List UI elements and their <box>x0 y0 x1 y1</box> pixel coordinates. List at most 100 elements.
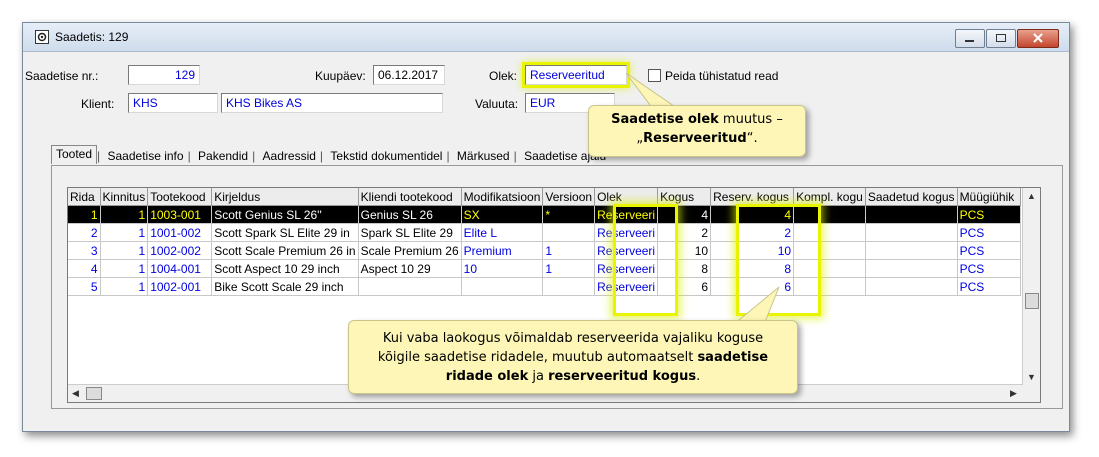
col-header-muugiuhik[interactable]: Müügiühik <box>957 188 1021 206</box>
cell-kogus[interactable]: 6 <box>657 277 712 296</box>
cell-modifikatsioon[interactable]: SX <box>461 205 544 224</box>
cell-saadetud-kogus[interactable] <box>865 223 958 242</box>
col-header-saadetud-kogus[interactable]: Saadetud kogus <box>865 188 958 206</box>
tab-pakendid[interactable]: Pakendid <box>194 149 252 163</box>
cell-kinnitus[interactable]: 1 <box>100 277 149 296</box>
cell-kompl-kogus[interactable] <box>793 205 866 224</box>
cell-tootekood[interactable]: 1004-001 <box>147 259 213 278</box>
cell-olek[interactable]: Reserveeri <box>594 241 659 260</box>
col-header-modifikatsioon[interactable]: Modifikatsioon <box>461 188 544 206</box>
cell-kliendi-tootekood[interactable]: Genius SL 26 <box>358 205 462 224</box>
cell-versioon[interactable] <box>542 277 596 296</box>
cell-reserv-kogus[interactable]: 2 <box>710 223 795 242</box>
cell-modifikatsioon[interactable]: 10 <box>461 259 544 278</box>
cell-tootekood[interactable]: 1002-001 <box>147 277 213 296</box>
cell-rida[interactable]: 2 <box>68 223 101 242</box>
cell-rida[interactable]: 3 <box>68 241 101 260</box>
cell-saadetud-kogus[interactable] <box>865 259 958 278</box>
cell-modifikatsioon[interactable]: Elite L <box>461 223 544 242</box>
cell-kinnitus[interactable]: 1 <box>100 223 149 242</box>
cell-kompl-kogus[interactable] <box>793 241 866 260</box>
cell-kinnitus[interactable]: 1 <box>100 241 149 260</box>
cell-olek[interactable]: Reserveeri <box>594 223 659 242</box>
scroll-right-icon[interactable]: ▶ <box>1010 388 1017 399</box>
cell-kirjeldus[interactable]: Bike Scott Scale 29 inch <box>211 277 359 296</box>
cell-muugiuhik[interactable]: PCS <box>957 259 1021 278</box>
tab-tekstid-dokumentidel[interactable]: Tekstid dokumentidel <box>326 149 446 163</box>
cell-tootekood[interactable]: 1003-001 <box>147 205 213 224</box>
cell-kompl-kogus[interactable] <box>793 277 866 296</box>
cell-kogus[interactable]: 4 <box>657 205 712 224</box>
cell-kogus[interactable]: 2 <box>657 223 712 242</box>
vertical-scroll-thumb[interactable] <box>1025 293 1039 309</box>
cell-modifikatsioon[interactable] <box>461 277 544 296</box>
cell-versioon[interactable]: 1 <box>542 259 596 278</box>
col-header-kogus[interactable]: Kogus <box>657 188 712 206</box>
col-header-kompl-kogus[interactable]: Kompl. kogu <box>793 188 866 206</box>
cell-kirjeldus[interactable]: Scott Scale Premium 26 in <box>211 241 359 260</box>
cell-reserv-kogus[interactable]: 8 <box>710 259 795 278</box>
cell-muugiuhik[interactable]: PCS <box>957 205 1021 224</box>
tab-aadressid[interactable]: Aadressid <box>259 149 320 163</box>
cell-reserv-kogus[interactable]: 4 <box>710 205 795 224</box>
cell-kogus[interactable]: 10 <box>657 241 712 260</box>
cell-saadetud-kogus[interactable] <box>865 241 958 260</box>
scroll-left-icon[interactable]: ◀ <box>72 388 79 399</box>
cell-kinnitus[interactable]: 1 <box>100 205 149 224</box>
shipment-number-field[interactable]: 129 <box>128 65 200 85</box>
cell-versioon[interactable] <box>542 223 596 242</box>
status-field[interactable]: Reserveeritud <box>522 62 630 88</box>
tab-saadetise-info[interactable]: Saadetise info <box>104 149 188 163</box>
cell-kliendi-tootekood[interactable] <box>358 277 462 296</box>
table-row[interactable]: 2 1 1001-002 Scott Spark SL Elite 29 in … <box>68 223 1021 242</box>
cell-reserv-kogus[interactable]: 10 <box>710 241 795 260</box>
cell-versioon[interactable]: 1 <box>542 241 596 260</box>
cell-rida[interactable]: 5 <box>68 277 101 296</box>
col-header-kinnitus[interactable]: Kinnitus <box>100 188 149 206</box>
table-row[interactable]: 1 1 1003-001 Scott Genius SL 26'' Genius… <box>68 205 1021 224</box>
cell-kirjeldus[interactable]: Scott Spark SL Elite 29 in <box>211 223 359 242</box>
cell-versioon[interactable]: * <box>542 205 596 224</box>
cell-kliendi-tootekood[interactable]: Scale Premium 26 <box>358 241 462 260</box>
cell-kompl-kogus[interactable] <box>793 259 866 278</box>
cell-rida[interactable]: 1 <box>68 205 101 224</box>
tab-tooted[interactable]: Tooted <box>51 145 98 164</box>
cell-saadetud-kogus[interactable] <box>865 277 958 296</box>
cell-kinnitus[interactable]: 1 <box>100 259 149 278</box>
close-button[interactable] <box>1017 29 1059 48</box>
cell-muugiuhik[interactable]: PCS <box>957 223 1021 242</box>
cell-kompl-kogus[interactable] <box>793 223 866 242</box>
cell-kliendi-tootekood[interactable]: Spark SL Elite 29 <box>358 223 462 242</box>
tab-markused[interactable]: Märkused <box>453 149 514 163</box>
maximize-button[interactable] <box>986 29 1016 48</box>
cell-kogus[interactable]: 8 <box>657 259 712 278</box>
table-row[interactable]: 5 1 1002-001 Bike Scott Scale 29 inch Re… <box>68 277 1021 296</box>
cell-tootekood[interactable]: 1001-002 <box>147 223 213 242</box>
cell-muugiuhik[interactable]: PCS <box>957 241 1021 260</box>
col-header-kirjeldus[interactable]: Kirjeldus <box>211 188 359 206</box>
table-row[interactable]: 4 1 1004-001 Scott Aspect 10 29 inch Asp… <box>68 259 1021 278</box>
horizontal-scroll-thumb[interactable] <box>86 387 102 400</box>
cell-olek[interactable]: Reserveeri <box>594 205 659 224</box>
table-row[interactable]: 3 1 1002-002 Scott Scale Premium 26 in S… <box>68 241 1021 260</box>
col-header-reserv-kogus[interactable]: Reserv. kogus <box>710 188 795 206</box>
vertical-scrollbar[interactable]: ▲ ▼ <box>1022 188 1040 402</box>
client-name-field[interactable]: KHS Bikes AS <box>221 93 443 113</box>
cell-tootekood[interactable]: 1002-002 <box>147 241 213 260</box>
minimize-button[interactable] <box>955 29 985 48</box>
col-header-olek[interactable]: Olek <box>594 188 659 206</box>
cell-kliendi-tootekood[interactable]: Aspect 10 29 <box>358 259 462 278</box>
scroll-down-icon[interactable]: ▼ <box>1027 372 1036 382</box>
cell-olek[interactable]: Reserveeri <box>594 277 659 296</box>
col-header-tootekood[interactable]: Tootekood <box>147 188 213 206</box>
client-code-field[interactable]: KHS <box>128 93 218 113</box>
col-header-rida[interactable]: Rida <box>68 188 101 206</box>
cell-modifikatsioon[interactable]: Premium <box>461 241 544 260</box>
cell-muugiuhik[interactable]: PCS <box>957 277 1021 296</box>
date-field[interactable]: 06.12.2017 <box>373 65 445 85</box>
col-header-kliendi-tootekood[interactable]: Kliendi tootekood <box>358 188 462 206</box>
cell-rida[interactable]: 4 <box>68 259 101 278</box>
col-header-versioon[interactable]: Versioon <box>542 188 596 206</box>
cell-kirjeldus[interactable]: Scott Aspect 10 29 inch <box>211 259 359 278</box>
cell-saadetud-kogus[interactable] <box>865 205 958 224</box>
